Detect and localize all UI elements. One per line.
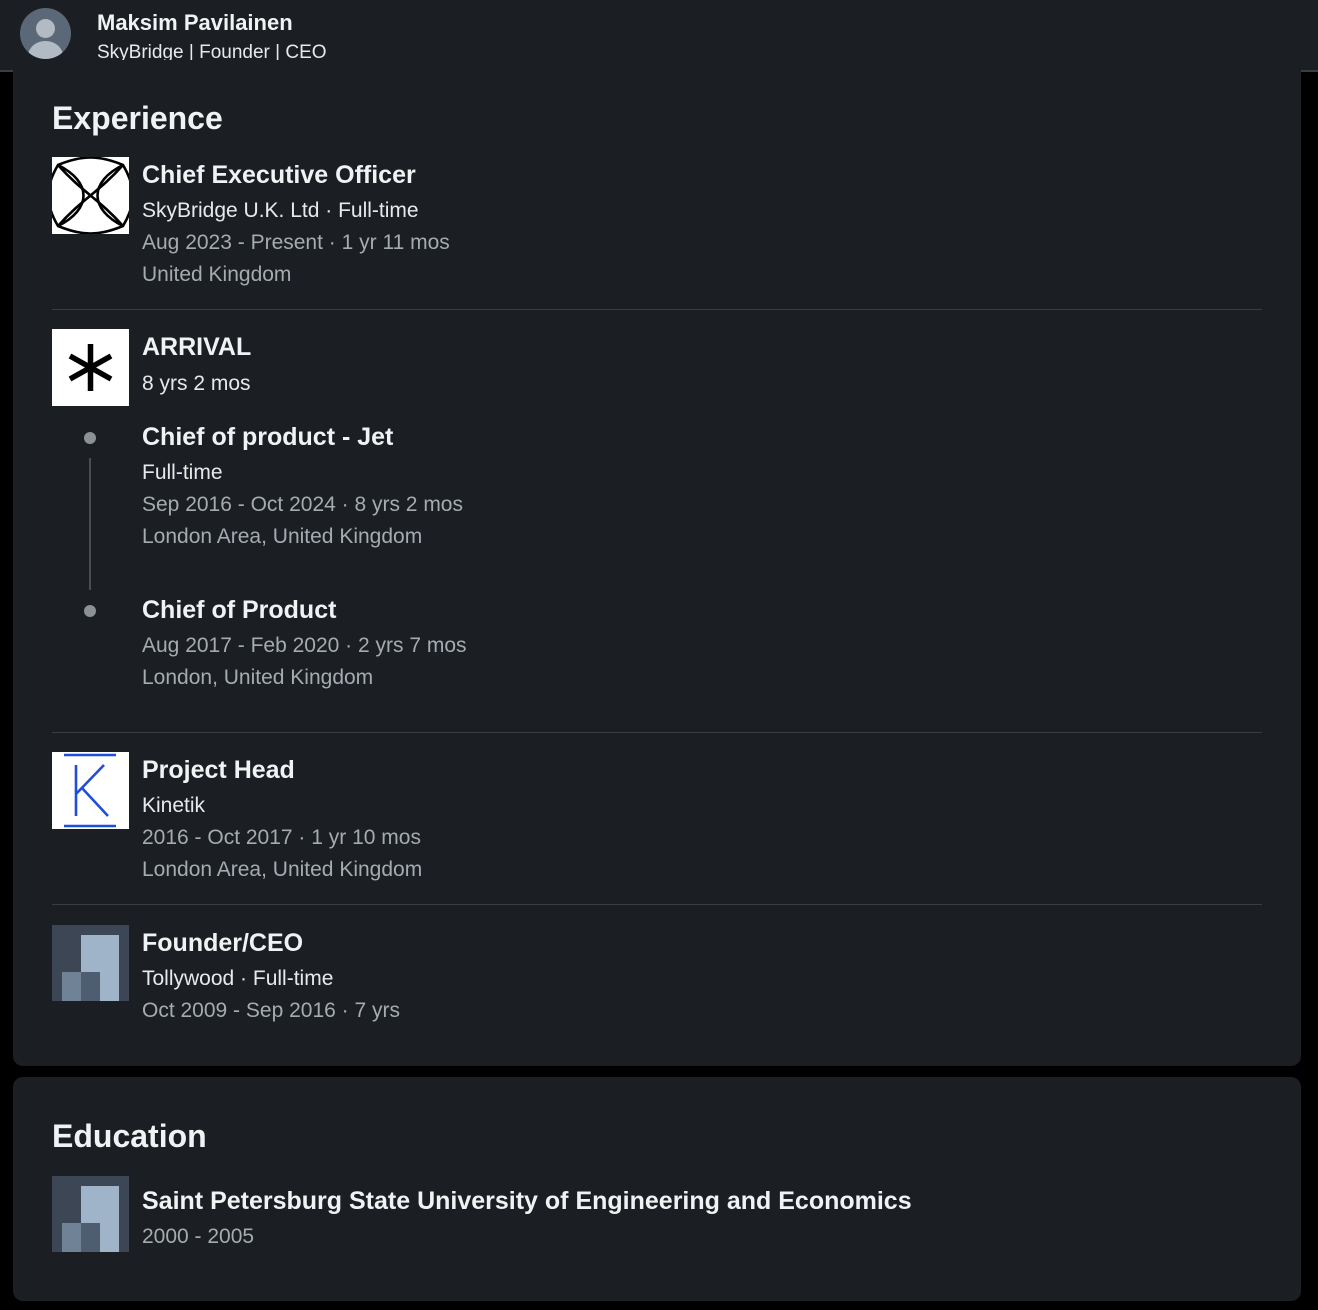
k-letter-logo-icon[interactable] (52, 752, 129, 829)
section-title-education: Education (52, 1118, 207, 1154)
divider (52, 904, 1262, 905)
company-name: Kinetik (142, 794, 206, 817)
role-location: London, United Kingdom (142, 666, 374, 689)
timeline-line (89, 458, 91, 590)
job-title[interactable]: Chief Executive Officer (142, 161, 416, 190)
avatar-body (28, 41, 63, 59)
experience-section: Experience Chief Executive Officer SkyBr… (13, 60, 1301, 1066)
company-name: Tollywood · Full-time (142, 967, 334, 990)
building-placeholder-logo-icon[interactable] (52, 1176, 129, 1252)
role-title[interactable]: Chief of product - Jet (142, 423, 393, 452)
timeline-dot (84, 432, 96, 444)
profile-name: Maksim Pavilainen (97, 10, 293, 35)
company-name: SkyBridge U.K. Ltd · Full-time (142, 199, 419, 222)
job-title[interactable]: Founder/CEO (142, 929, 303, 958)
job-location: London Area, United Kingdom (142, 858, 423, 881)
avatar[interactable] (20, 8, 71, 59)
company-title[interactable]: ARRIVAL (142, 333, 251, 362)
job-dates: Aug 2023 - Present · 1 yr 11 mos (142, 231, 450, 254)
role-title[interactable]: Chief of Product (142, 596, 336, 625)
skybridge-logo-icon[interactable] (52, 157, 129, 234)
building-placeholder-logo-icon[interactable] (52, 925, 129, 1001)
divider (52, 732, 1262, 733)
company-duration: 8 yrs 2 mos (142, 372, 251, 395)
education-section: Education Saint Petersburg State Univers… (13, 1077, 1301, 1301)
avatar-head (36, 19, 55, 38)
section-title-experience: Experience (52, 100, 223, 136)
education-years: 2000 - 2005 (142, 1225, 255, 1248)
role-dates: Aug 2017 - Feb 2020 · 2 yrs 7 mos (142, 634, 467, 657)
job-dates: Oct 2009 - Sep 2016 · 7 yrs (142, 999, 400, 1022)
role-type: Full-time (142, 461, 223, 484)
role-dates: Sep 2016 - Oct 2024 · 8 yrs 2 mos (142, 493, 463, 516)
job-title[interactable]: Project Head (142, 756, 295, 785)
job-dates: 2016 - Oct 2017 · 1 yr 10 mos (142, 826, 421, 849)
job-location: United Kingdom (142, 263, 292, 286)
school-name[interactable]: Saint Petersburg State University of Eng… (142, 1187, 912, 1216)
divider (52, 309, 1262, 310)
role-location: London Area, United Kingdom (142, 525, 423, 548)
timeline-dot (84, 605, 96, 617)
asterisk-logo-icon[interactable] (52, 329, 129, 406)
